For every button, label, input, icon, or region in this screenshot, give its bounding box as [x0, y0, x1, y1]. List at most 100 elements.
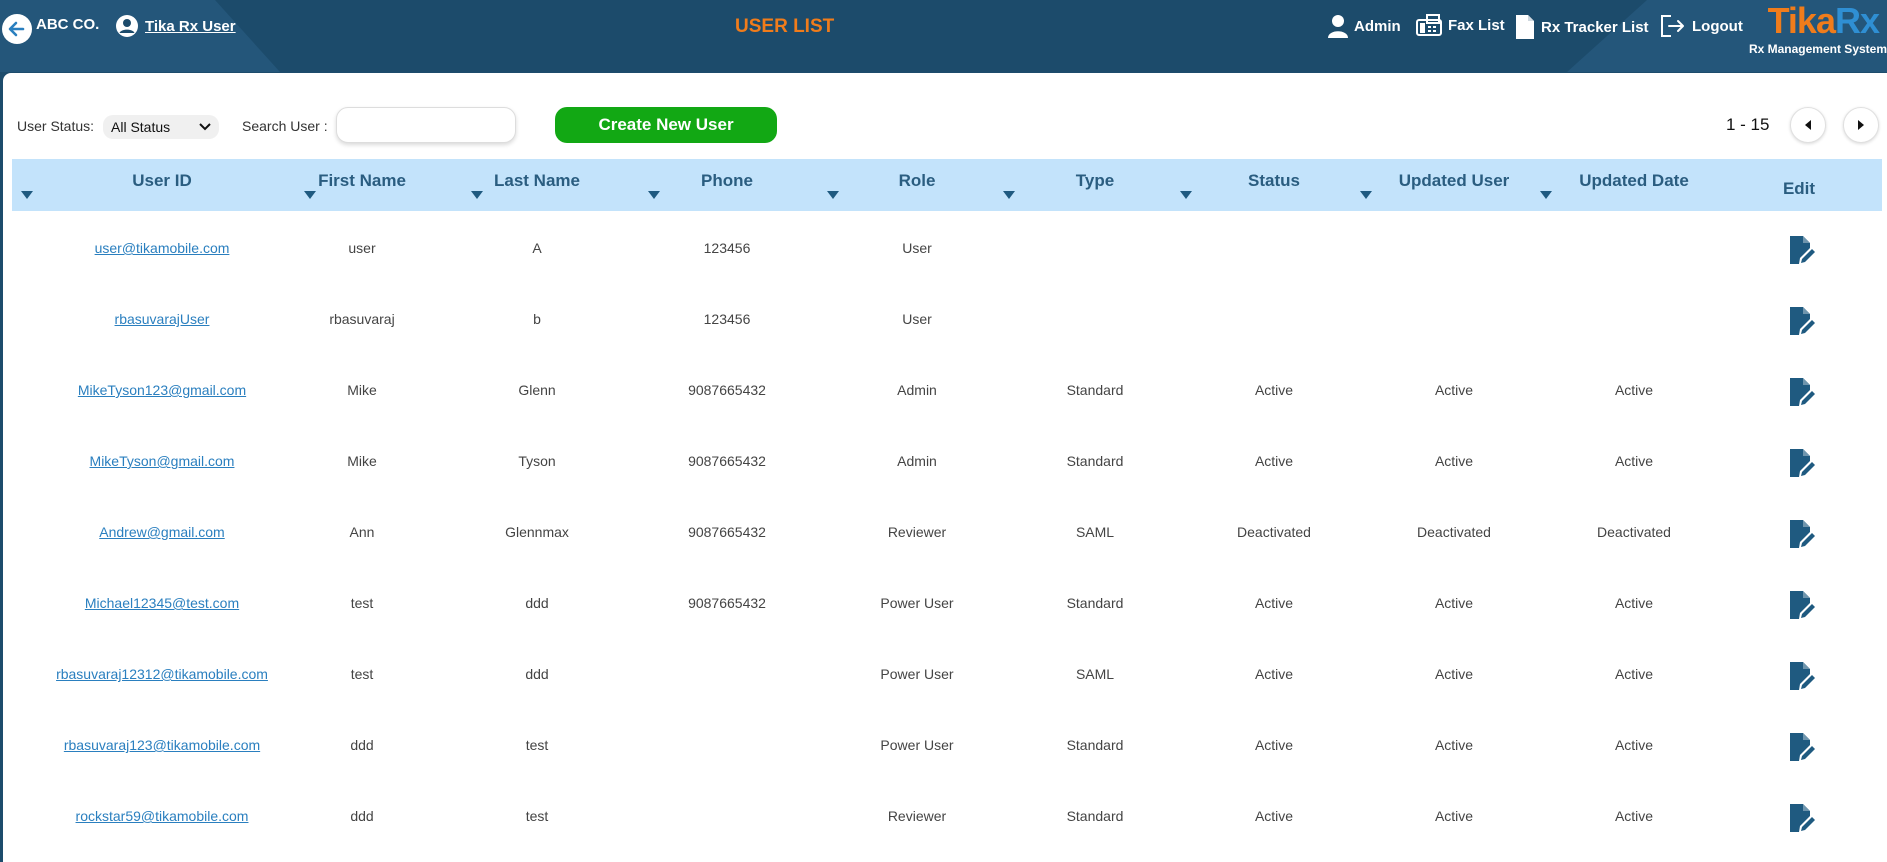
- cell-last-name: A: [532, 240, 542, 256]
- create-new-user-button[interactable]: Create New User: [555, 107, 777, 143]
- nav-rx-tracker-label: Rx Tracker List: [1541, 18, 1649, 36]
- nav-rx-tracker-list[interactable]: Rx Tracker List: [1515, 14, 1649, 40]
- filter-toolbar: User Status: All Status Search User : Cr…: [3, 73, 1887, 157]
- col-role[interactable]: Role: [832, 159, 1002, 211]
- cell-updated-user: Active: [1434, 595, 1474, 611]
- nav-fax-list-label: Fax List: [1448, 16, 1505, 34]
- nav-logout-label: Logout: [1692, 17, 1743, 35]
- cell-updated-date: Active: [1614, 737, 1654, 753]
- cell-user-id[interactable]: MikeTyson123@gmail.com: [22, 355, 302, 426]
- cell-first-name: Ann: [349, 524, 375, 540]
- cell-type: SAML: [1075, 524, 1115, 540]
- col-last-name[interactable]: Last Name: [462, 159, 612, 211]
- cell-type: Standard: [1066, 453, 1124, 469]
- company-name: ABC CO.: [36, 16, 100, 33]
- sort-caret-icon[interactable]: [1003, 191, 1015, 199]
- cell-role: Admin: [897, 453, 937, 469]
- col-type[interactable]: Type: [1010, 159, 1180, 211]
- col-first-name[interactable]: First Name: [282, 159, 442, 211]
- cell-last-name: ddd: [525, 666, 549, 682]
- cell-updated-date: Active: [1614, 666, 1654, 682]
- current-user-link[interactable]: Tika Rx User: [115, 14, 236, 38]
- cell-type: Standard: [1066, 808, 1124, 824]
- col-updated-date[interactable]: Updated Date: [1539, 159, 1729, 211]
- cell-updated-date: Active: [1614, 808, 1654, 824]
- sort-caret-icon[interactable]: [1360, 191, 1372, 199]
- edit-document-icon[interactable]: [1788, 377, 1816, 407]
- brand-wordmark: TikaRx: [1767, 0, 1880, 41]
- cell-type: Standard: [1066, 737, 1124, 753]
- cell-first-name: Mike: [347, 453, 377, 469]
- sort-caret-icon[interactable]: [827, 191, 839, 199]
- cell-role: Reviewer: [887, 524, 947, 540]
- cell-phone: 9087665432: [688, 524, 766, 540]
- cell-updated-user: [1359, 284, 1549, 355]
- cell-user-id[interactable]: rbasuvaraj123@tikamobile.com: [22, 710, 302, 781]
- edit-document-icon[interactable]: [1788, 732, 1816, 762]
- cell-role: Admin: [897, 382, 937, 398]
- sort-caret-icon[interactable]: [471, 191, 483, 199]
- logout-icon: [1661, 15, 1684, 37]
- cell-user-id[interactable]: MikeTyson@gmail.com: [22, 426, 302, 497]
- cell-phone: 123456: [703, 240, 751, 256]
- edit-document-icon[interactable]: [1788, 803, 1816, 833]
- prev-page-button[interactable]: [1790, 107, 1826, 143]
- pagination-range: 1 - 15: [1726, 115, 1770, 134]
- col-status[interactable]: Status: [1189, 159, 1359, 211]
- edit-document-icon[interactable]: [1788, 519, 1816, 549]
- cell-user-id[interactable]: rbasuvarajUser: [22, 284, 302, 355]
- sort-caret-icon[interactable]: [304, 191, 316, 199]
- search-user-input[interactable]: [336, 107, 516, 143]
- cell-status: Active: [1254, 595, 1294, 611]
- sort-caret-icon[interactable]: [21, 191, 33, 199]
- caret-left-icon: [1805, 120, 1811, 130]
- cell-user-id[interactable]: Michael12345@test.com: [22, 568, 302, 639]
- edit-document-icon[interactable]: [1788, 661, 1816, 691]
- chevron-down-icon: [199, 123, 211, 131]
- nav-fax-list[interactable]: Fax List: [1416, 14, 1505, 36]
- edit-document-icon[interactable]: [1788, 306, 1816, 336]
- user-circle-icon: [116, 15, 138, 37]
- cell-first-name: ddd: [350, 808, 374, 824]
- arrow-left-icon[interactable]: [2, 14, 32, 44]
- cell-updated-user: Active: [1434, 453, 1474, 469]
- sort-caret-icon[interactable]: [648, 191, 660, 199]
- admin-user-icon: [1328, 15, 1348, 38]
- sort-caret-icon[interactable]: [1540, 191, 1552, 199]
- cell-type: [1010, 284, 1180, 355]
- table-row: rbasuvarajUser rbasuvaraj b 123456 User: [12, 284, 1882, 355]
- cell-updated-user: Active: [1434, 382, 1474, 398]
- cell-phone: [652, 781, 802, 852]
- nav-admin-label: Admin: [1354, 17, 1401, 35]
- cell-phone: [652, 639, 802, 710]
- edit-document-icon[interactable]: [1788, 235, 1816, 265]
- cell-updated-user: Active: [1434, 666, 1474, 682]
- cell-user-id[interactable]: rbasuvaraj12312@tikamobile.com: [22, 639, 302, 710]
- brand-subtitle: Rx Management System: [1748, 42, 1887, 56]
- cell-updated-date: Active: [1614, 382, 1654, 398]
- nav-logout[interactable]: Logout: [1660, 14, 1743, 38]
- nav-admin[interactable]: Admin: [1328, 14, 1401, 38]
- next-page-button[interactable]: [1843, 107, 1879, 143]
- cell-updated-date: [1539, 213, 1729, 284]
- cell-first-name: test: [350, 666, 374, 682]
- cell-user-id[interactable]: Andrew@gmail.com: [22, 497, 302, 568]
- table-row: Michael12345@test.com test ddd 9087665432 Po…: [12, 568, 1882, 639]
- cell-last-name: ddd: [525, 595, 549, 611]
- cell-phone: 9087665432: [688, 453, 766, 469]
- page-title: USER LIST: [735, 16, 835, 37]
- cell-user-id[interactable]: user@tikamobile.com: [22, 213, 302, 284]
- cell-last-name: test: [525, 737, 549, 753]
- cell-role: Power User: [880, 595, 954, 611]
- document-icon: [1516, 15, 1534, 39]
- col-phone[interactable]: Phone: [652, 159, 802, 211]
- user-status-select[interactable]: All Status: [103, 115, 219, 139]
- edit-document-icon[interactable]: [1788, 590, 1816, 620]
- sort-caret-icon[interactable]: [1180, 191, 1192, 199]
- col-updated-user[interactable]: Updated User: [1359, 159, 1549, 211]
- cell-user-id[interactable]: rockstar59@tikamobile.com: [22, 781, 302, 852]
- edit-document-icon[interactable]: [1788, 448, 1816, 478]
- col-user-id[interactable]: User ID: [62, 159, 262, 211]
- cell-status: Active: [1254, 808, 1294, 824]
- cell-status: Active: [1254, 737, 1294, 753]
